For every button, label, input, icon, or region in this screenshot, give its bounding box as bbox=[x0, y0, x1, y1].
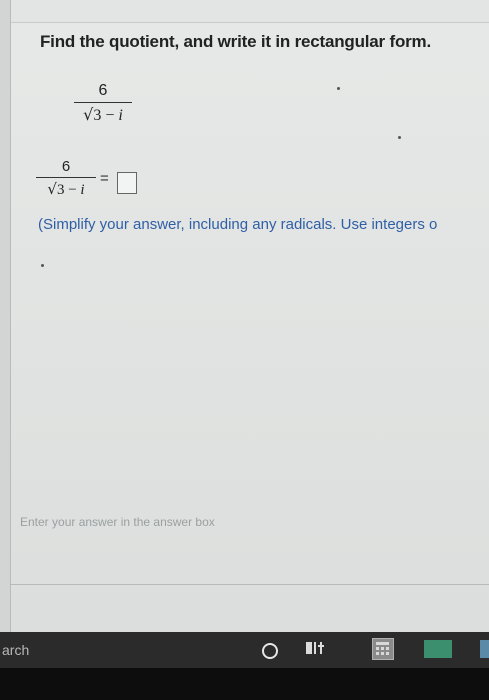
browser-viewport: Find the quotient, and write it in recta… bbox=[0, 0, 489, 632]
answer-input-box[interactable] bbox=[117, 172, 137, 194]
photo-frame: Find the quotient, and write it in recta… bbox=[0, 0, 489, 700]
expression-denominator: √3 − i bbox=[74, 103, 132, 125]
app-icon[interactable] bbox=[424, 640, 452, 658]
calculator-icon[interactable] bbox=[372, 638, 394, 660]
quotient-expression: 6 √3 − i bbox=[74, 82, 132, 125]
task-view-icon[interactable] bbox=[306, 640, 326, 658]
radical-sign: √ bbox=[83, 105, 94, 124]
cortana-circle-icon[interactable] bbox=[262, 643, 278, 659]
imaginary-unit: i bbox=[118, 107, 123, 124]
stray-mark bbox=[398, 136, 401, 139]
answer-fraction: 6 √3 − i bbox=[36, 158, 96, 199]
monitor-bezel bbox=[0, 668, 489, 700]
imaginary-unit: i bbox=[80, 182, 85, 198]
radical-sign: √ bbox=[47, 180, 57, 198]
stray-mark bbox=[337, 87, 340, 90]
answer-numerator: 6 bbox=[36, 158, 96, 178]
stray-mark bbox=[41, 264, 44, 267]
app-icon[interactable] bbox=[480, 640, 489, 658]
taskbar bbox=[0, 632, 489, 668]
taskbar-search-label[interactable]: arch bbox=[2, 642, 29, 658]
question-instructions: Find the quotient, and write it in recta… bbox=[40, 32, 432, 51]
minus-operator: − bbox=[64, 182, 81, 198]
equals-sign: = bbox=[100, 170, 109, 187]
answer-hint: (Simplify your answer, including any rad… bbox=[38, 216, 438, 233]
answer-denominator: √3 − i bbox=[36, 178, 96, 199]
status-message: Enter your answer in the answer box bbox=[20, 515, 215, 529]
expression-numerator: 6 bbox=[74, 82, 132, 103]
header-strip bbox=[0, 0, 489, 23]
minus-operator: − bbox=[101, 107, 119, 124]
